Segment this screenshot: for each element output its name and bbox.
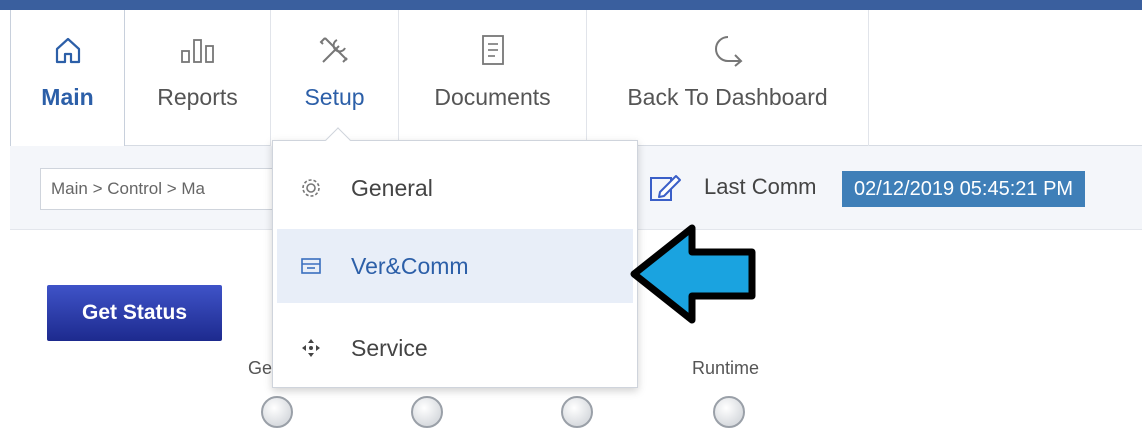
- pointer-arrow-icon: [630, 224, 756, 324]
- tab-setup-label: Setup: [304, 84, 365, 110]
- bar-chart-icon: [178, 30, 218, 70]
- tab-back-to-dashboard-label: Back To Dashboard: [627, 84, 828, 110]
- document-icon: [479, 30, 507, 70]
- menu-item-ver-comm[interactable]: Ver&Comm: [277, 229, 633, 303]
- move-icon: [291, 337, 331, 359]
- indicator-label-runtime: Runtime: [692, 358, 760, 378]
- tab-setup[interactable]: Setup: [271, 10, 399, 146]
- home-icon: [54, 30, 82, 70]
- menu-item-service-label: Service: [351, 334, 428, 361]
- top-nav: Main Reports Setup Documents Back To Das…: [10, 10, 1142, 147]
- status-indicator: [261, 396, 293, 428]
- menu-item-ver-comm-label: Ver&Comm: [351, 252, 469, 279]
- status-indicator: [411, 396, 443, 428]
- status-indicator: [561, 396, 593, 428]
- edit-icon[interactable]: [648, 170, 682, 209]
- tab-back-to-dashboard[interactable]: Back To Dashboard: [587, 10, 869, 146]
- tab-documents-label: Documents: [434, 84, 551, 110]
- last-comm-timestamp: 02/12/2019 05:45:21 PM: [842, 171, 1086, 207]
- tab-documents[interactable]: Documents: [399, 10, 587, 146]
- tools-icon: [317, 30, 353, 70]
- top-rule: [0, 0, 1142, 10]
- tab-reports-label: Reports: [157, 84, 238, 110]
- last-comm-label: Last Comm: [704, 174, 817, 199]
- menu-item-general[interactable]: General: [277, 151, 633, 225]
- tab-main[interactable]: Main: [10, 10, 125, 147]
- menu-item-service[interactable]: Service: [277, 311, 633, 385]
- card-icon: [291, 256, 331, 276]
- gear-icon: [291, 177, 331, 199]
- indicator-label: Ge: [248, 358, 273, 378]
- tab-reports[interactable]: Reports: [125, 10, 271, 146]
- menu-item-general-label: General: [351, 174, 433, 201]
- get-status-button[interactable]: Get Status: [47, 285, 222, 341]
- back-arrow-icon: [708, 30, 748, 70]
- setup-dropdown-menu: General Ver&Comm Service: [272, 127, 638, 388]
- tab-main-label: Main: [41, 84, 94, 110]
- status-indicator-runtime: [713, 396, 745, 428]
